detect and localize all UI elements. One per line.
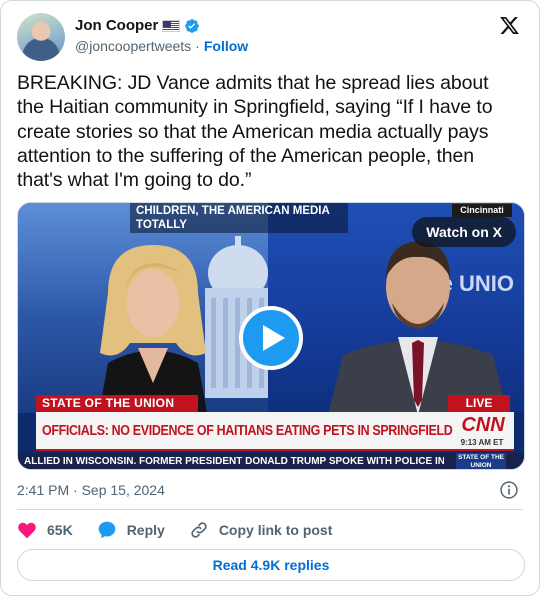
copy-link-button[interactable]: Copy link to post — [189, 517, 333, 543]
network-logo: CNN — [461, 414, 505, 436]
crawl-badge: STATE OF THE UNION — [456, 453, 506, 469]
post-text: BREAKING: JD Vance admits that he spread… — [17, 72, 493, 192]
author-handle[interactable]: @joncoopertweets — [75, 37, 191, 55]
follow-button[interactable]: Follow — [204, 37, 248, 55]
author-display-name[interactable]: Jon Cooper — [75, 17, 158, 35]
headline-bar: OFFICIALS: NO EVIDENCE OF HAITIANS EATIN… — [36, 412, 514, 451]
news-crawl: ALLIED IN WISCONSIN. FORMER PRESIDENT DO… — [18, 453, 524, 469]
author-name-row: Jon Cooper — [75, 17, 200, 35]
crawl-text: ALLIED IN WISCONSIN. FORMER PRESIDENT DO… — [24, 456, 444, 467]
separator-dot: · — [195, 38, 200, 54]
reply-button[interactable]: Reply — [97, 517, 165, 543]
us-flag-icon — [162, 20, 181, 32]
reply-bubble-icon — [98, 521, 116, 539]
divider — [17, 509, 523, 510]
avatar[interactable] — [17, 13, 65, 61]
host-figure — [98, 245, 208, 418]
embedded-post-card: Jon Cooper @joncoopertweets · Follow BRE… — [0, 0, 540, 596]
live-badge: LIVE — [448, 395, 510, 412]
action-bar: 65K Reply Copy link to post — [17, 517, 356, 543]
headline-text: OFFICIALS: NO EVIDENCE OF HAITIANS EATIN… — [42, 423, 453, 439]
verified-badge-icon — [185, 19, 200, 33]
broadcast-clock: 9:13 AM ET — [460, 438, 504, 447]
heart-icon — [18, 522, 36, 539]
post-timestamp[interactable]: 2:41 PM · Sep 15, 2024 — [17, 481, 165, 499]
info-icon[interactable] — [499, 480, 519, 500]
show-label: STATE OF THE UNION — [36, 395, 198, 412]
city-badge: Cincinnati — [452, 204, 512, 217]
play-icon — [262, 325, 285, 351]
link-icon — [191, 522, 207, 538]
copy-link-label: Copy link to post — [218, 522, 333, 538]
like-button[interactable]: 65K — [17, 517, 73, 543]
news-lower-third: STATE OF THE UNION LIVE OFFICIALS: NO EV… — [18, 395, 524, 469]
like-count: 65K — [47, 522, 73, 538]
read-replies-button[interactable]: Read 4.9K replies — [17, 549, 525, 581]
post-header: Jon Cooper @joncoopertweets · Follow — [17, 13, 525, 61]
x-logo-icon[interactable] — [498, 15, 521, 36]
author-handle-row: @joncoopertweets · Follow — [75, 37, 248, 55]
top-ticker: CHILDREN, THE AMERICAN MEDIA TOTALLY — [130, 203, 348, 233]
video-player[interactable]: State UNIO CHILDREN, THE AMERICAN MEDIA … — [17, 202, 525, 470]
watch-on-x-button[interactable]: Watch on X — [412, 217, 516, 247]
reply-label: Reply — [126, 522, 165, 538]
guest-figure — [328, 241, 508, 415]
play-button[interactable] — [239, 306, 303, 370]
